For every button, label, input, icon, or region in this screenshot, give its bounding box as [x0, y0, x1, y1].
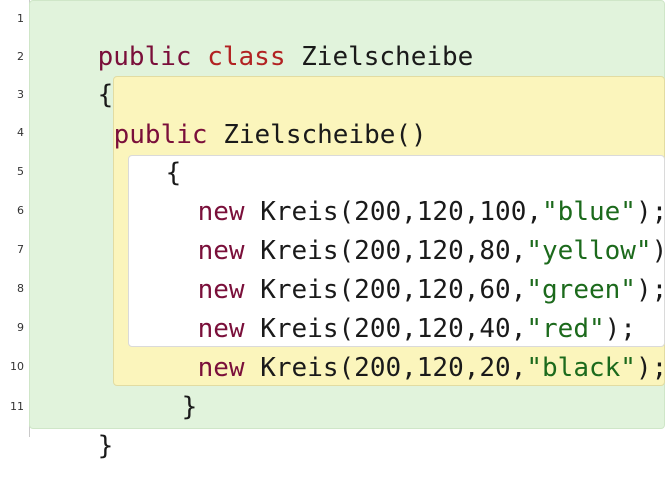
code-line[interactable]: public class Zielscheibe	[35, 0, 474, 72]
constructor-signature: Zielscheibe()	[223, 120, 427, 150]
code-line[interactable]: public Zielscheibe()	[51, 78, 427, 150]
line-number: 3	[17, 88, 24, 101]
line-number-gutter: 1 2 3 4 5 6 7 8 9 10 11	[0, 0, 30, 437]
line-number: 10	[10, 360, 24, 373]
close-brace: }	[181, 392, 198, 422]
string-literal: "black"	[526, 353, 636, 383]
line-number: 9	[17, 321, 24, 334]
line-number: 7	[17, 243, 24, 256]
keyword-class: class	[207, 42, 286, 72]
code-editor[interactable]: 1 2 3 4 5 6 7 8 9 10 11 public class Zie…	[0, 0, 665, 461]
line-number: 8	[17, 282, 24, 295]
code-line[interactable]: }	[35, 389, 114, 461]
code-line[interactable]: new Kreis(200,120,40,"red");	[135, 272, 636, 344]
code-line[interactable]: {	[35, 38, 114, 110]
code-line[interactable]: new Kreis(200,120,20,"black");	[135, 311, 665, 383]
line-number: 6	[17, 204, 24, 217]
call-end: );	[635, 353, 665, 383]
code-line[interactable]: new Kreis(200,120,80,"yellow");	[135, 194, 665, 266]
code-line[interactable]: }	[119, 350, 198, 422]
line-number: 4	[17, 126, 24, 139]
constructor-call: Kreis(200,120,20,	[260, 353, 527, 383]
keyword-new: new	[197, 353, 245, 383]
line-number: 1	[17, 12, 24, 25]
code-line[interactable]: new Kreis(200,120,60,"green");	[135, 233, 665, 305]
call-end: );	[635, 275, 665, 305]
close-brace: }	[97, 431, 114, 461]
line-number: 11	[10, 400, 24, 413]
line-number: 2	[17, 50, 24, 63]
code-line[interactable]: {	[103, 116, 182, 188]
line-number: 5	[17, 165, 24, 178]
class-name: Zielscheibe	[301, 42, 474, 72]
code-line[interactable]: new Kreis(200,120,100,"blue");	[135, 155, 665, 227]
